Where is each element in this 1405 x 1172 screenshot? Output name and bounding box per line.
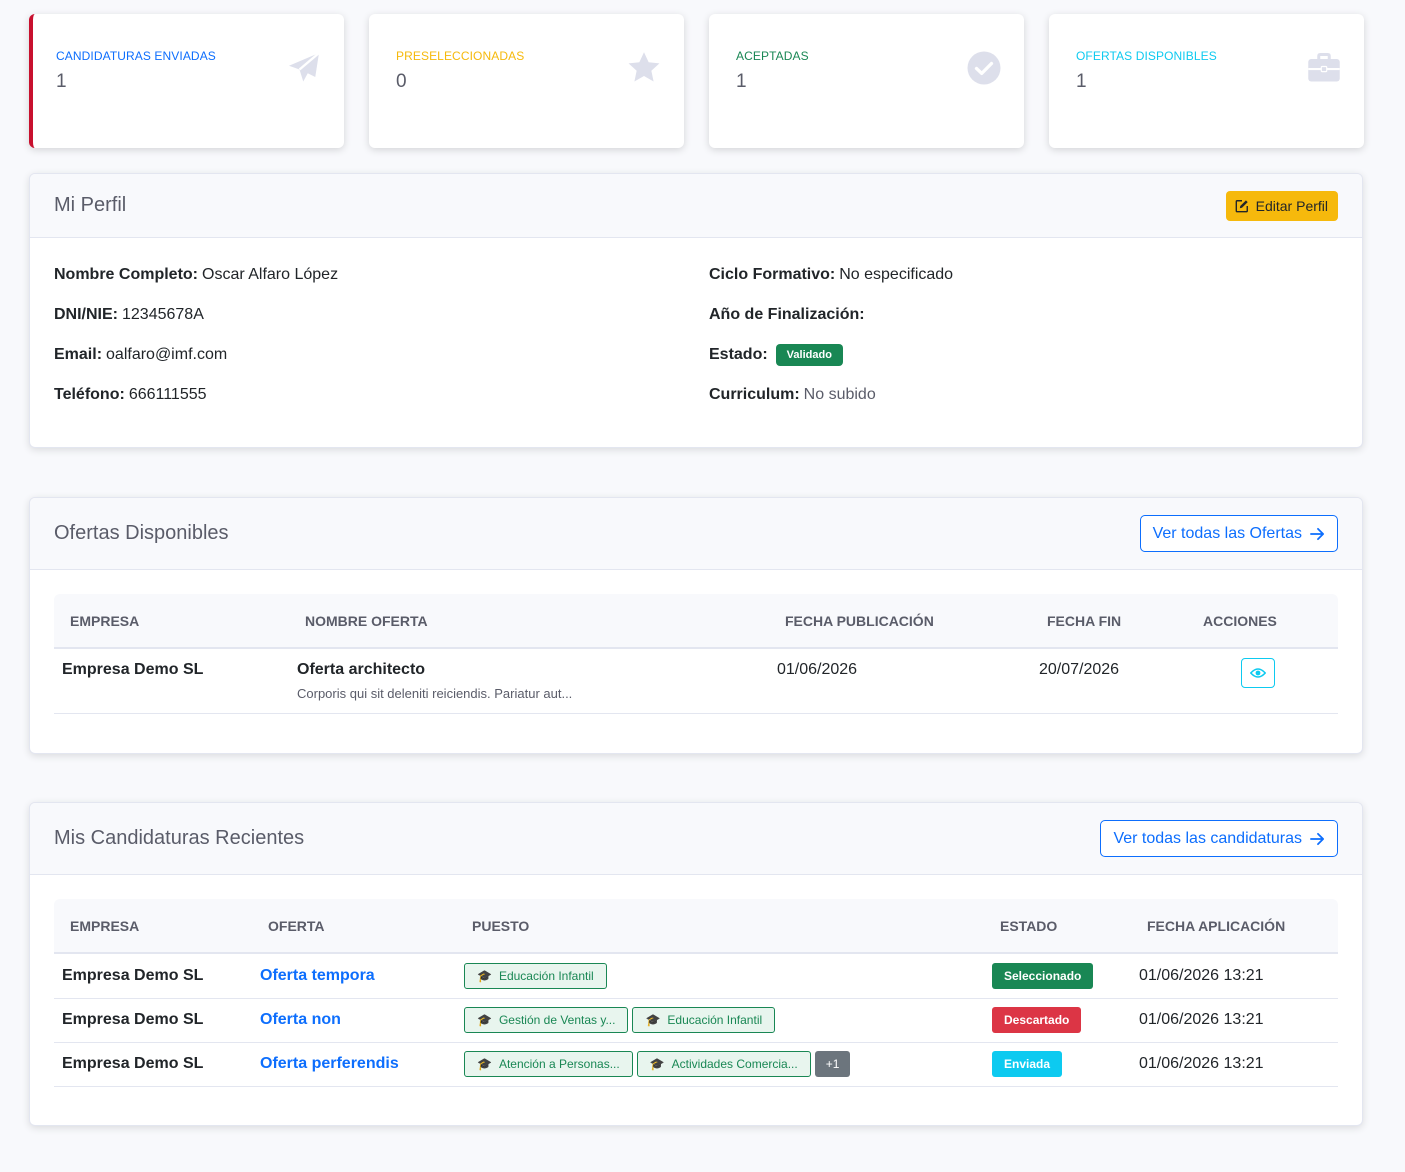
position-tag: 🎓 Educación Infantil	[464, 962, 607, 989]
profile-field-telefono: Teléfono: 666111555	[54, 386, 207, 403]
table-row: Empresa Demo SL Oferta non 🎓 Gestión de V…	[54, 998, 1338, 1043]
application-company: Empresa Demo SL	[62, 1011, 204, 1028]
status-badge: Validado	[775, 344, 843, 366]
profile-field-estado: Estado: Validado	[709, 344, 1362, 386]
graduation-cap-icon: 🎓	[649, 1057, 665, 1071]
column-header: FECHA APLICACIÓN	[1131, 899, 1338, 954]
profile-card: Mi Perfil Editar Perfil Nombre Completo:…	[29, 173, 1363, 448]
stat-card-preseleccionadas: PRESELECCIONADAS 0	[369, 14, 684, 148]
column-header: PUESTO	[456, 899, 984, 954]
graduation-cap-icon: 🎓	[477, 1013, 492, 1027]
graduation-cap-icon: 🎓	[477, 1057, 492, 1071]
graduation-cap-icon: 🎓	[477, 968, 492, 983]
application-company: Empresa Demo SL	[62, 966, 204, 984]
column-header: EMPRESA	[54, 899, 252, 954]
position-tag: 🎓 Atención a Personas...	[464, 1051, 633, 1077]
briefcase-icon	[1308, 53, 1340, 82]
application-offer-link[interactable]: Oferta perferendis	[260, 1055, 399, 1072]
column-header: OFERTA	[252, 899, 456, 954]
offer-end-date: 20/07/2026	[1039, 661, 1120, 678]
position-tag: 🎓 Actividades Comercia...	[636, 1051, 811, 1077]
table-row: Empresa Demo SL Oferta perferendis 🎓 Aten…	[54, 1042, 1338, 1087]
applications-table: EMPRESA OFERTA PUESTO ESTADO FECHA APLIC…	[54, 899, 1338, 1087]
arrow-right-icon	[1310, 527, 1325, 540]
star-icon	[628, 52, 660, 82]
profile-field-dni: DNI/NIE: 12345678A	[54, 306, 204, 323]
application-offer-link[interactable]: Oferta tempora	[260, 967, 375, 984]
view-offer-button[interactable]	[1241, 658, 1275, 688]
stat-card-candidaturas: CANDIDATURAS ENVIADAS 1	[29, 14, 344, 148]
profile-title: Mi Perfil	[54, 194, 127, 216]
column-header: FECHA PUBLICACIÓN	[769, 594, 1031, 649]
edit-icon	[1235, 199, 1248, 212]
arrow-right-icon	[1310, 832, 1325, 845]
position-tag: 🎓 Gestión de Ventas y...	[464, 1007, 629, 1033]
graduation-cap-icon: 🎓	[645, 1013, 661, 1027]
view-all-offers-label: Ver todas las Ofertas	[1152, 524, 1302, 542]
application-offer-link[interactable]: Oferta non	[260, 1011, 341, 1028]
column-header: NOMBRE OFERTA	[289, 594, 769, 649]
offers-table: EMPRESA NOMBRE OFERTA FECHA PUBLICACIÓN …	[54, 594, 1338, 714]
edit-profile-button[interactable]: Editar Perfil	[1225, 190, 1338, 221]
column-header: EMPRESA	[54, 594, 289, 649]
table-row: Empresa Demo SL Oferta architecto Corpor…	[54, 648, 1338, 714]
offers-title: Ofertas Disponibles	[54, 522, 229, 544]
offer-company: Empresa Demo SL	[62, 661, 204, 678]
check-circle-icon	[967, 51, 1001, 85]
applications-title: Mis Candidaturas Recientes	[54, 827, 305, 849]
column-header: ACCIONES	[1187, 594, 1338, 649]
table-row: Empresa Demo SL Oferta tempora 🎓 Educació…	[54, 953, 1338, 999]
application-date: 01/06/2026 13:21	[1139, 966, 1264, 984]
profile-field-email: Email: oalfaro@imf.com	[54, 346, 228, 363]
column-header: ESTADO	[984, 899, 1131, 954]
offer-description: Corporis qui sit deleniti reiciendis. Pa…	[297, 686, 573, 701]
status-badge: Descartado	[992, 1007, 1082, 1033]
stat-card-aceptadas: ACEPTADAS 1	[709, 14, 1024, 148]
offers-card: Ofertas Disponibles Ver todas las Oferta…	[29, 497, 1363, 754]
view-all-applications-button[interactable]: Ver todas las candidaturas	[1100, 820, 1338, 857]
status-badge: Seleccionado	[992, 962, 1094, 989]
profile-field-nombre: Nombre Completo: Oscar Alfaro López	[54, 266, 339, 283]
column-header: FECHA FIN	[1031, 594, 1187, 649]
position-tag: 🎓 Educación Infantil	[632, 1007, 776, 1033]
edit-profile-label: Editar Perfil	[1255, 197, 1328, 214]
application-date: 01/06/2026 13:21	[1139, 1011, 1264, 1028]
stat-card-ofertas: OFERTAS DISPONIBLES 1	[1049, 14, 1364, 148]
view-all-applications-label: Ver todas las candidaturas	[1113, 829, 1302, 847]
application-company: Empresa Demo SL	[62, 1055, 204, 1072]
offer-publication-date: 01/06/2026	[777, 661, 858, 678]
profile-left-column: Nombre Completo: Oscar Alfaro López DNI/N…	[54, 266, 709, 447]
view-all-offers-button[interactable]: Ver todas las Ofertas	[1139, 515, 1338, 552]
offer-name: Oferta architecto	[297, 661, 426, 678]
more-positions-badge: +1	[814, 1051, 851, 1077]
profile-field-ciclo: Ciclo Formativo: No especificado	[709, 266, 954, 283]
application-date: 01/06/2026 13:21	[1139, 1055, 1264, 1072]
profile-field-curriculum: Curriculum: No subido	[709, 386, 876, 403]
paper-plane-icon	[289, 52, 320, 82]
status-badge: Enviada	[992, 1051, 1063, 1077]
applications-card: Mis Candidaturas Recientes Ver todas las…	[29, 802, 1363, 1126]
eye-icon	[1250, 668, 1266, 678]
profile-right-column: Ciclo Formativo: No especificado Año de F…	[709, 266, 1362, 447]
profile-field-anio: Año de Finalización:	[709, 306, 865, 323]
